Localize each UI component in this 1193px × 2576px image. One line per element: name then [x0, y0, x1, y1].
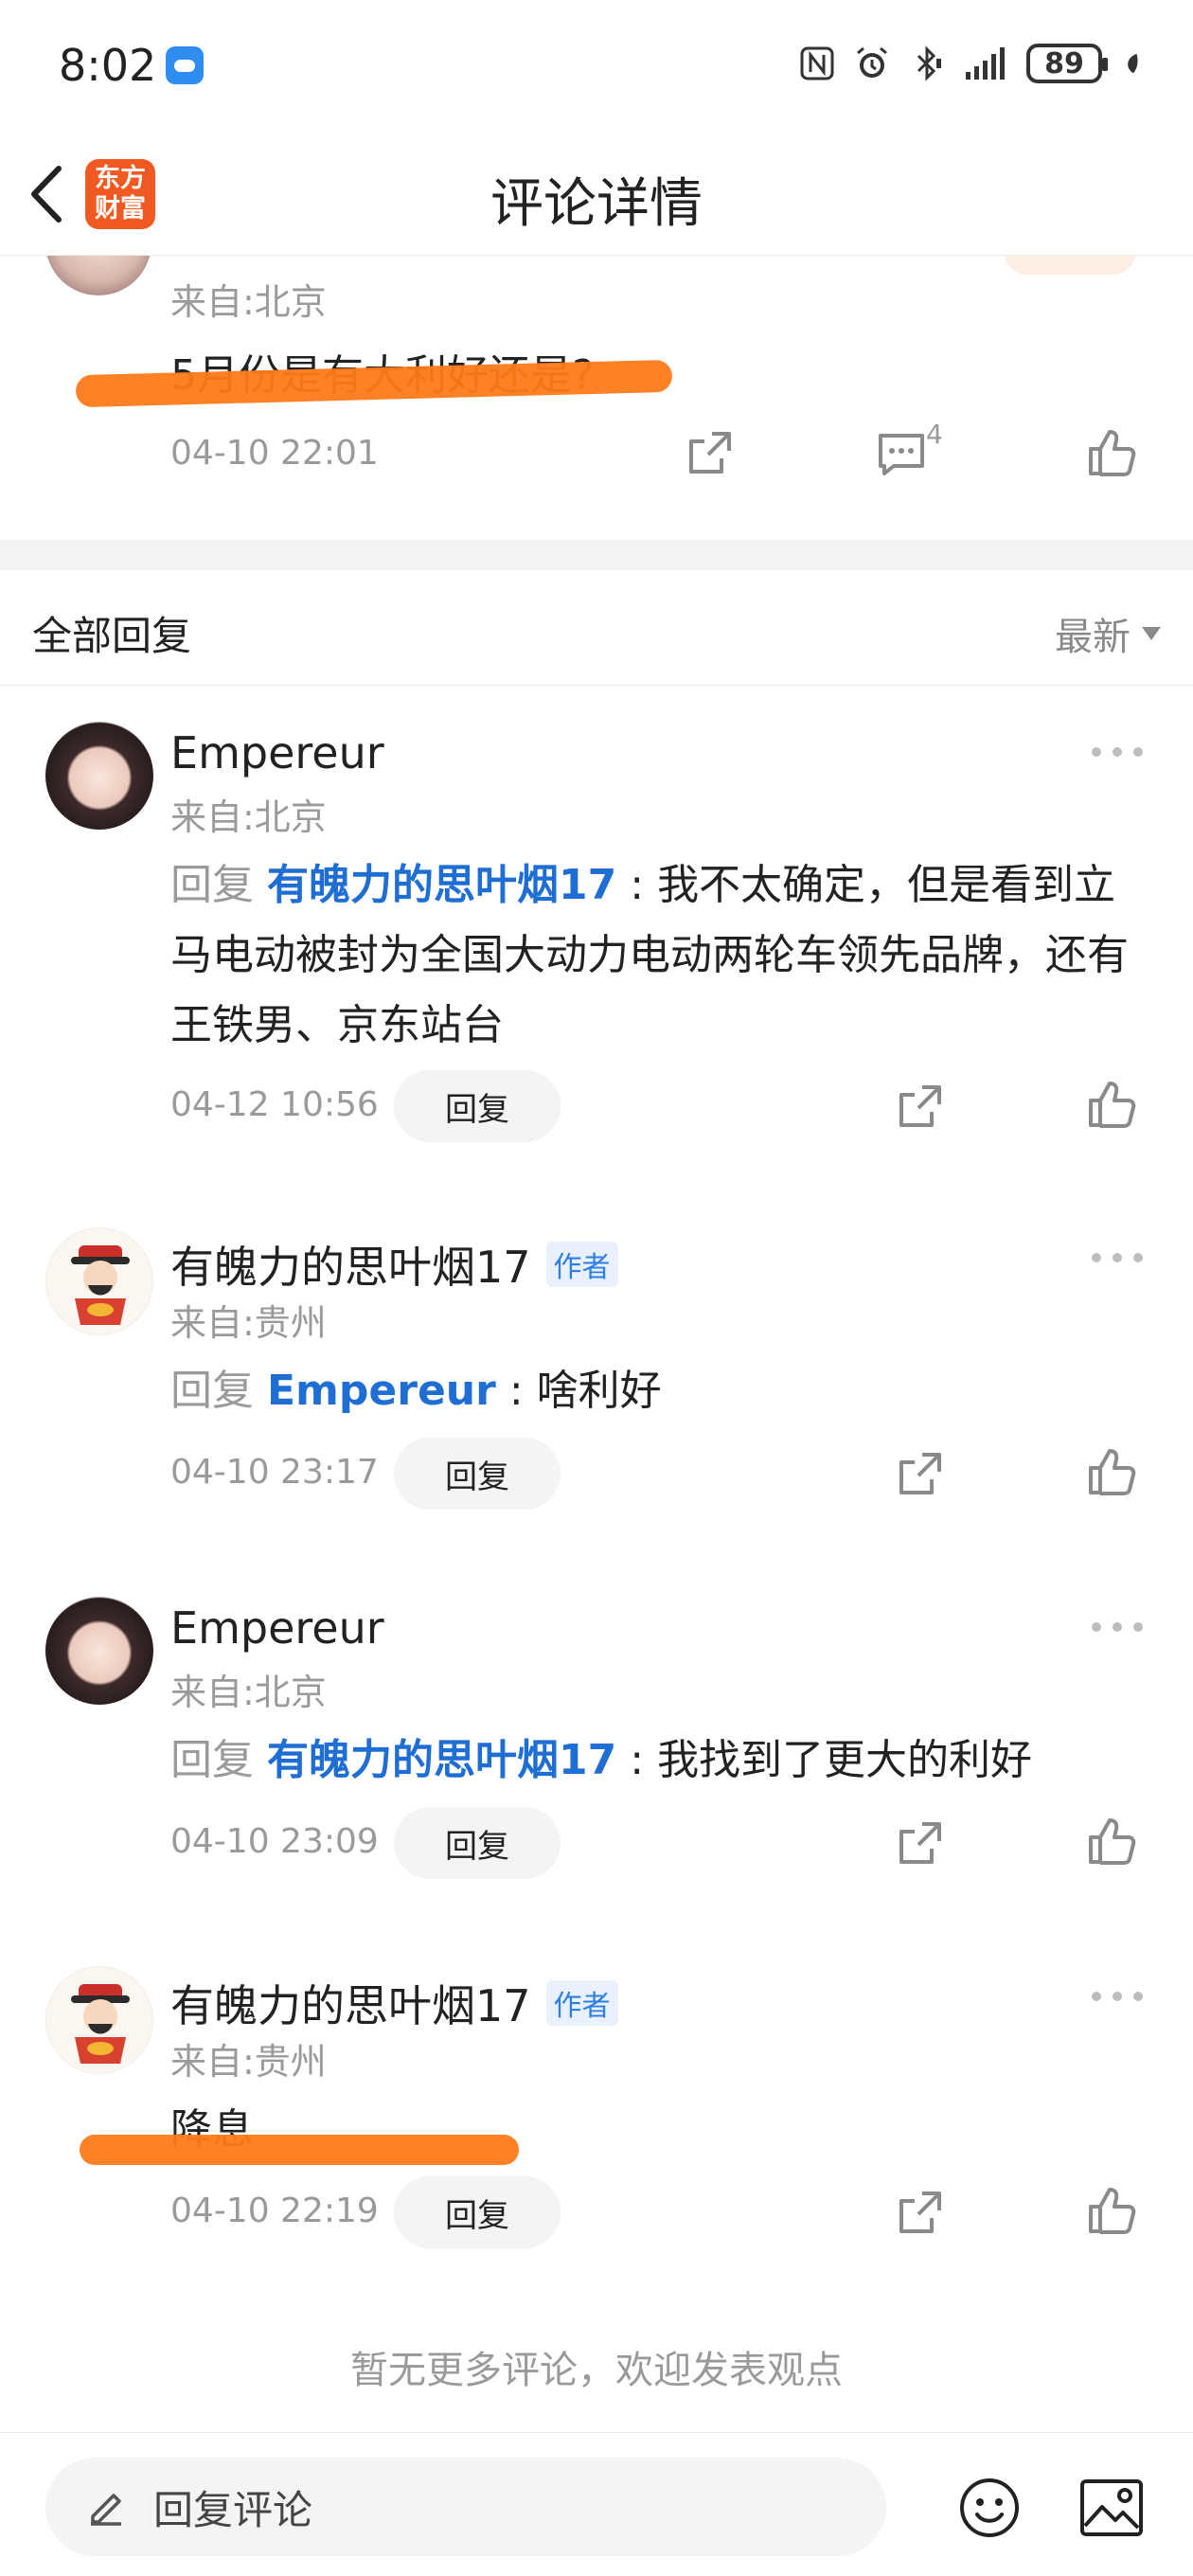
reply-button[interactable]: 回复 — [394, 1438, 561, 1510]
like-icon[interactable] — [1085, 426, 1138, 479]
share-icon[interactable] — [894, 1816, 947, 1869]
reply-location: 来自:北京 — [170, 1672, 327, 1713]
reply-time: 04-10 22:19 — [170, 2191, 379, 2230]
pen-icon — [91, 2494, 121, 2526]
reply-item: Empereur 来自:北京 回复 有魄力的思叶烟17 : 我找到了更大的利好 … — [0, 1597, 1193, 1900]
reply-button[interactable]: 回复 — [394, 2176, 561, 2248]
reply-text: 我找到了更大的利好 — [657, 1736, 1033, 1784]
reply-button[interactable]: 回复 — [394, 1070, 561, 1142]
reply-colon: : — [630, 1736, 645, 1784]
status-time: 8:02 — [59, 40, 205, 91]
reply-button[interactable]: 回复 — [394, 1807, 561, 1879]
reply-time: 04-10 23:09 — [170, 1822, 379, 1861]
author-name: Empereur — [170, 727, 384, 778]
status-icons: 89 — [799, 44, 1146, 83]
reply-author[interactable]: 有魄力的思叶烟17 作者 — [170, 1233, 618, 1296]
reply-prefix: 回复 — [170, 1367, 254, 1415]
reply-count: 4 — [926, 419, 943, 450]
reply-body: 回复 有魄力的思叶烟17 : 我不太确定，但是看到立马电动被封为全国大动力电动两… — [170, 850, 1155, 1061]
origin-time: 04-10 22:01 — [170, 434, 379, 473]
comment-icon[interactable] — [875, 428, 928, 481]
reply-time: 04-12 10:56 — [170, 1085, 379, 1124]
reply-body: 回复 Empereur : 啥利好 — [170, 1356, 1155, 1426]
reply-text: 啥利好 — [536, 1367, 662, 1415]
author-badge: 作者 — [545, 1980, 618, 2026]
like-icon[interactable] — [1085, 1078, 1138, 1131]
leaf-icon — [1128, 53, 1138, 74]
reply-location: 来自:北京 — [170, 796, 327, 838]
chevron-down-icon — [1142, 627, 1161, 640]
more-icon[interactable] — [1089, 1250, 1146, 1265]
highlight-scribble — [80, 2135, 519, 2165]
follow-badge[interactable] — [1004, 256, 1136, 275]
page-title: 评论详情 — [490, 173, 703, 235]
author-name: 有魄力的思叶烟17 — [170, 1980, 531, 2031]
more-icon[interactable] — [1089, 1619, 1146, 1635]
author-name: Empereur — [170, 1602, 384, 1654]
reply-item: Empereur 来自:北京 回复 有魄力的思叶烟17 : 我不太确定，但是看到… — [0, 722, 1193, 1148]
battery-indicator: 89 — [1026, 44, 1108, 83]
avatar[interactable] — [45, 1966, 153, 2074]
weather-icon — [166, 46, 205, 84]
nfc-icon — [800, 46, 834, 80]
reply-prefix: 回复 — [170, 861, 254, 909]
reply-body: 回复 有魄力的思叶烟17 : 我找到了更大的利好 — [170, 1726, 1155, 1796]
share-icon[interactable] — [894, 1447, 947, 1500]
avatar[interactable] — [45, 256, 151, 295]
reply-author[interactable]: Empereur — [170, 727, 384, 778]
bluetooth-icon — [917, 45, 941, 81]
reply-author[interactable]: Empereur — [170, 1602, 384, 1654]
avatar[interactable] — [45, 722, 153, 830]
reply-location: 来自:贵州 — [170, 1302, 327, 1344]
reply-colon: : — [630, 861, 645, 909]
reply-time: 04-10 23:17 — [170, 1453, 379, 1492]
replies-header: 全部回复 最新 — [0, 570, 1193, 686]
status-bar: 8:02 89 — [0, 0, 1193, 133]
reply-input-placeholder: 回复评论 — [153, 2486, 313, 2533]
mention-link[interactable]: 有魄力的思叶烟17 — [267, 1736, 616, 1784]
reply-meta: 04-10 23:17 回复 — [170, 1438, 1155, 1510]
reply-author[interactable]: 有魄力的思叶烟17 作者 — [170, 1972, 618, 2034]
reply-meta: 04-12 10:56 回复 — [170, 1070, 1155, 1142]
section-divider — [0, 540, 1193, 570]
sort-label: 最新 — [1055, 616, 1131, 659]
like-icon[interactable] — [1085, 1815, 1138, 1868]
author-name: 有魄力的思叶烟17 — [170, 1242, 531, 1293]
reply-item: 有魄力的思叶烟17 作者 来自:贵州 回复 Empereur : 啥利好 04-… — [0, 1227, 1193, 1530]
replies-title: 全部回复 — [32, 613, 192, 659]
share-icon[interactable] — [894, 1080, 947, 1133]
author-badge: 作者 — [545, 1242, 618, 1287]
fortune-god-icon — [71, 1984, 130, 2064]
reply-meta: 04-10 22:19 回复 — [170, 2176, 1155, 2248]
origin-comment: 来自:北京 5月份是有大利好还是? 04-10 22:01 4 — [0, 256, 1193, 540]
header: 东方 财富 评论详情 — [0, 133, 1193, 256]
bottom-bar: 回复评论 — [0, 2432, 1193, 2576]
reply-comment-input[interactable]: 回复评论 — [45, 2458, 886, 2556]
reply-item: 有魄力的思叶烟17 作者 来自:贵州 降息 04-10 22:19 回复 — [0, 1966, 1193, 2269]
more-icon[interactable] — [1089, 1989, 1146, 2004]
share-icon[interactable] — [684, 426, 737, 479]
origin-location: 来自:北京 — [170, 281, 327, 323]
fortune-god-icon — [71, 1245, 130, 1325]
image-icon[interactable] — [1079, 2478, 1144, 2537]
share-icon[interactable] — [894, 2186, 947, 2239]
reply-meta: 04-10 23:09 回复 — [170, 1807, 1155, 1879]
like-icon[interactable] — [1085, 2184, 1138, 2237]
more-icon[interactable] — [1089, 744, 1146, 760]
avatar[interactable] — [45, 1597, 153, 1705]
reply-location: 来自:贵州 — [170, 2041, 327, 2083]
signal-icon — [966, 47, 1005, 80]
battery-level: 89 — [1044, 46, 1084, 80]
avatar[interactable] — [45, 1227, 153, 1335]
mention-link[interactable]: 有魄力的思叶烟17 — [267, 861, 616, 909]
emoji-icon[interactable] — [958, 2477, 1021, 2539]
reply-prefix: 回复 — [170, 1736, 254, 1784]
mention-link[interactable]: Empereur — [267, 1367, 496, 1415]
alarm-icon — [857, 46, 887, 78]
no-more-comments: 暂无更多评论，欢迎发表观点 — [350, 2349, 843, 2392]
like-icon[interactable] — [1085, 1445, 1138, 1498]
reply-colon: : — [508, 1367, 524, 1415]
sort-dropdown[interactable]: 最新 — [1055, 606, 1161, 661]
clock: 8:02 — [59, 40, 157, 91]
